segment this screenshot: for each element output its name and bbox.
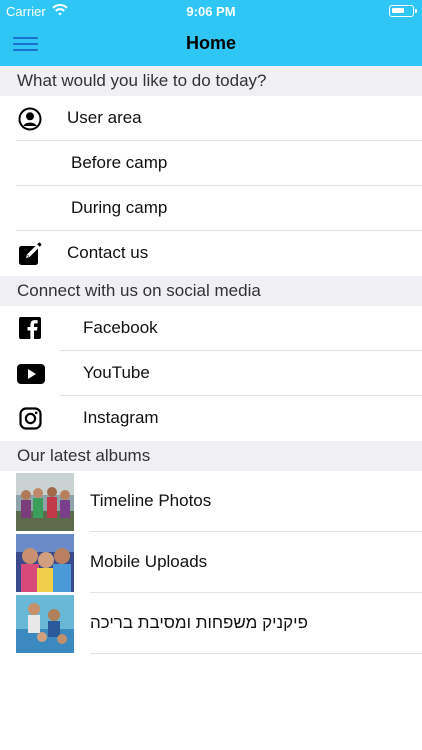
facebook-icon — [19, 317, 41, 339]
section-header-todo: What would you like to do today? — [0, 66, 422, 96]
album-thumbnail — [16, 534, 74, 592]
status-bar: Carrier 9:06 PM — [0, 0, 422, 22]
album-thumbnail — [16, 473, 74, 531]
menu-item-during-camp[interactable]: During camp — [0, 186, 422, 231]
menu-item-before-camp[interactable]: Before camp — [0, 141, 422, 186]
section-header-social: Connect with us on social media — [0, 276, 422, 306]
divider — [90, 653, 422, 654]
social-item-label: Facebook — [83, 318, 158, 337]
album-thumbnail — [16, 595, 74, 653]
instagram-icon — [19, 407, 42, 430]
album-item-timeline-photos[interactable]: Timeline Photos — [0, 471, 422, 532]
status-time: 9:06 PM — [186, 4, 236, 19]
menu-item-label: Before camp — [71, 153, 168, 172]
nav-bar: Home — [0, 22, 422, 66]
user-circle-icon — [18, 107, 42, 131]
social-item-facebook[interactable]: Facebook — [0, 306, 422, 351]
album-title: פיקניק משפחות ומסיבת בריכה — [90, 613, 308, 632]
battery-icon — [389, 5, 417, 17]
album-title: Timeline Photos — [90, 491, 212, 510]
album-item-mobile-uploads[interactable]: Mobile Uploads — [0, 532, 422, 593]
album-item-family-picnic[interactable]: פיקניק משפחות ומסיבת בריכה — [0, 593, 422, 654]
social-item-youtube[interactable]: YouTube — [0, 351, 422, 396]
menu-item-label: During camp — [71, 198, 168, 217]
youtube-icon — [17, 364, 45, 384]
menu-item-user-area[interactable]: User area — [0, 96, 422, 141]
social-item-instagram[interactable]: Instagram — [0, 396, 422, 441]
menu-item-contact-us[interactable]: Contact us — [0, 231, 422, 276]
page-title: Home — [185, 33, 236, 53]
section-header-albums: Our latest albums — [0, 441, 422, 471]
social-item-label: YouTube — [83, 363, 150, 382]
social-item-label: Instagram — [83, 408, 159, 427]
menu-item-label: Contact us — [67, 243, 149, 262]
menu-item-label: User area — [67, 108, 142, 127]
compose-icon — [19, 242, 42, 265]
album-title: Mobile Uploads — [90, 552, 208, 571]
